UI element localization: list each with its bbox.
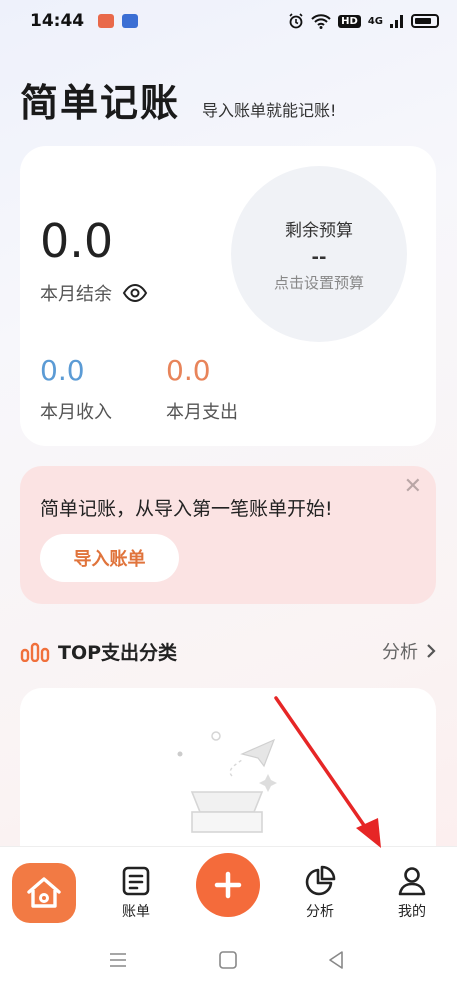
alarm-icon — [289, 13, 303, 29]
tab-mine[interactable]: 我的 — [382, 865, 442, 921]
expense-label: 本月支出 — [166, 402, 238, 423]
summary-card: 0.0 本月结余 剩余预算 -- 点击设置预算 0.0 本月收入 0.0 本月支… — [20, 146, 436, 446]
status-bar: 14:44 HD 4G — [0, 0, 457, 42]
plus-icon — [214, 871, 242, 899]
game-app-icon — [98, 14, 115, 28]
add-record-button[interactable] — [196, 853, 260, 917]
tab-mine-label: 我的 — [398, 904, 426, 920]
eye-icon[interactable] — [122, 283, 148, 303]
balance-value: 0.0 — [40, 214, 114, 268]
network-type: 4G — [367, 15, 383, 27]
bar-chart-icon — [20, 642, 50, 662]
page-title: 简单记账 — [20, 81, 181, 125]
page-subtitle: 导入账单就能记账! — [202, 101, 337, 120]
store-app-icon — [122, 14, 139, 28]
bottom-tab-bar: 账单 分析 我的 — [0, 846, 457, 936]
status-time: 14:44 — [30, 11, 85, 31]
budget-circle[interactable]: 剩余预算 -- 点击设置预算 — [231, 166, 407, 342]
back-icon[interactable] — [326, 950, 346, 970]
battery-icon — [411, 14, 439, 28]
tab-bills-label: 账单 — [122, 904, 150, 920]
budget-value: -- — [311, 246, 327, 268]
tab-home[interactable] — [12, 863, 76, 923]
bill-list-icon — [122, 866, 150, 896]
analysis-link[interactable]: 分析 — [382, 638, 436, 664]
home-icon — [27, 877, 61, 908]
signal-icon — [390, 15, 403, 28]
tab-analysis-label: 分析 — [306, 904, 334, 920]
status-indicators: HD 4G — [288, 13, 439, 29]
hd-badge: HD — [338, 14, 361, 28]
system-navigation-bar — [0, 936, 457, 988]
balance-row: 本月结余 — [40, 280, 148, 306]
top-expense-empty-card — [20, 688, 436, 858]
income-label: 本月收入 — [40, 402, 112, 423]
close-icon[interactable]: ✕ — [404, 474, 422, 499]
menu-icon[interactable] — [108, 950, 128, 970]
home-square-icon[interactable] — [218, 950, 238, 970]
tab-analysis[interactable]: 分析 — [290, 865, 350, 921]
set-budget-link[interactable]: 点击设置预算 — [274, 272, 364, 293]
section-title: TOP支出分类 — [58, 641, 178, 664]
expense-value: 0.0 — [166, 354, 211, 387]
chevron-right-icon — [427, 644, 436, 658]
balance-label: 本月结余 — [40, 284, 112, 305]
empty-inbox-illustration — [177, 731, 277, 833]
analysis-link-label: 分析 — [382, 642, 418, 663]
pie-chart-icon — [305, 865, 336, 896]
user-icon — [398, 867, 426, 896]
import-bill-button[interactable]: 导入账单 — [40, 534, 179, 582]
status-app-icons — [98, 14, 139, 28]
wifi-icon — [311, 14, 331, 29]
tab-bills[interactable]: 账单 — [106, 865, 166, 921]
banner-text: 简单记账，从导入第一笔账单开始! — [40, 498, 333, 520]
income-value: 0.0 — [40, 354, 85, 387]
import-banner: 简单记账，从导入第一笔账单开始! ✕ 导入账单 — [20, 466, 436, 604]
top-expense-section-header: TOP支出分类 分析 — [20, 636, 436, 666]
page-header: 简单记账 导入账单就能记账! — [20, 72, 336, 127]
budget-title: 剩余预算 — [285, 220, 353, 241]
